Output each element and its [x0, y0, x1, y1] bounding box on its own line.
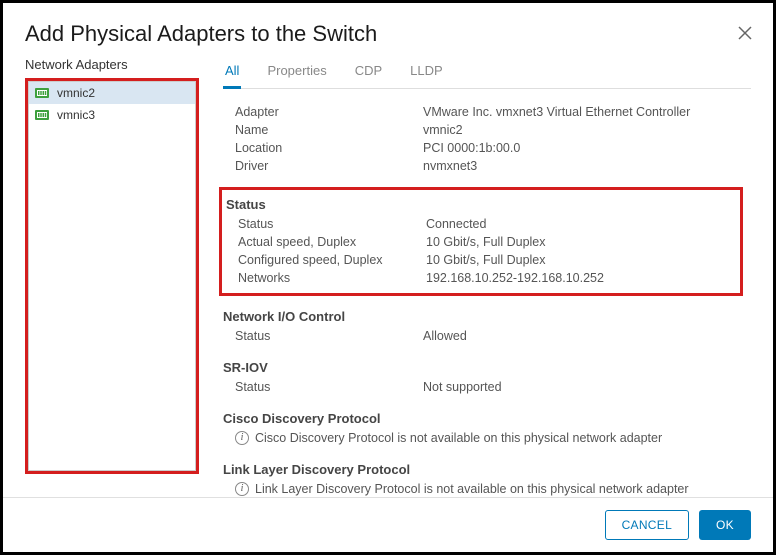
row-actual-speed: Actual speed, Duplex 10 Gbit/s, Full Dup…	[226, 233, 740, 251]
label-actual-speed: Actual speed, Duplex	[238, 235, 426, 249]
label-status: Status	[238, 217, 426, 231]
value-configured-speed: 10 Gbit/s, Full Duplex	[426, 253, 740, 267]
adapter-item-label: vmnic3	[57, 108, 95, 122]
label-nioc-status: Status	[235, 329, 423, 343]
nic-icon	[35, 109, 51, 121]
adapter-list-heading: Network Adapters	[25, 57, 199, 72]
close-icon[interactable]	[737, 25, 753, 44]
value-nioc-status: Allowed	[423, 329, 751, 343]
dialog-title: Add Physical Adapters to the Switch	[25, 21, 377, 47]
heading-sriov: SR-IOV	[223, 357, 751, 378]
row-configured-speed: Configured speed, Duplex 10 Gbit/s, Full…	[226, 251, 740, 269]
heading-lldp: Link Layer Discovery Protocol	[223, 459, 751, 480]
info-cdp-text: Cisco Discovery Protocol is not availabl…	[255, 431, 662, 445]
section-status-highlight: Status Status Connected Actual speed, Du…	[219, 187, 743, 296]
tab-all[interactable]: All	[223, 57, 241, 89]
section-cdp: Cisco Discovery Protocol i Cisco Discove…	[223, 408, 751, 447]
value-location: PCI 0000:1b:00.0	[423, 141, 751, 155]
section-nioc: Network I/O Control Status Allowed	[223, 306, 751, 345]
row-sriov-status: Status Not supported	[223, 378, 751, 396]
label-name: Name	[235, 123, 423, 137]
value-status: Connected	[426, 217, 740, 231]
heading-cdp: Cisco Discovery Protocol	[223, 408, 751, 429]
adapter-item-label: vmnic2	[57, 86, 95, 100]
tab-properties[interactable]: Properties	[265, 57, 328, 88]
left-panel: Network Adapters vmnic2 vmnic3	[25, 57, 199, 478]
info-icon: i	[235, 431, 249, 445]
ok-button[interactable]: OK	[699, 510, 751, 540]
row-driver: Driver nvmxnet3	[223, 157, 751, 175]
heading-nioc: Network I/O Control	[223, 306, 751, 327]
heading-status: Status	[226, 194, 740, 215]
row-name: Name vmnic2	[223, 121, 751, 139]
dialog-window: Add Physical Adapters to the Switch Netw…	[0, 0, 776, 555]
tab-lldp[interactable]: LLDP	[408, 57, 445, 88]
info-lldp: i Link Layer Discovery Protocol is not a…	[223, 480, 751, 498]
row-status: Status Connected	[226, 215, 740, 233]
row-location: Location PCI 0000:1b:00.0	[223, 139, 751, 157]
info-cdp: i Cisco Discovery Protocol is not availa…	[223, 429, 751, 447]
row-networks: Networks 192.168.10.252-192.168.10.252	[226, 269, 740, 287]
titlebar: Add Physical Adapters to the Switch	[3, 3, 773, 57]
row-nioc-status: Status Allowed	[223, 327, 751, 345]
adapter-list[interactable]: vmnic2 vmnic3	[28, 81, 196, 471]
row-adapter: Adapter VMware Inc. vmxnet3 Virtual Ethe…	[223, 103, 751, 121]
value-actual-speed: 10 Gbit/s, Full Duplex	[426, 235, 740, 249]
nic-icon	[35, 87, 51, 99]
label-sriov-status: Status	[235, 380, 423, 394]
label-adapter: Adapter	[235, 105, 423, 119]
value-networks: 192.168.10.252-192.168.10.252	[426, 271, 740, 285]
info-icon: i	[235, 482, 249, 496]
section-lldp: Link Layer Discovery Protocol i Link Lay…	[223, 459, 751, 498]
section-sriov: SR-IOV Status Not supported	[223, 357, 751, 396]
adapter-item-vmnic2[interactable]: vmnic2	[29, 82, 195, 104]
label-location: Location	[235, 141, 423, 155]
right-panel: All Properties CDP LLDP Adapter VMware I…	[199, 57, 751, 478]
dialog-content: Network Adapters vmnic2 vmnic3	[3, 57, 773, 478]
value-sriov-status: Not supported	[423, 380, 751, 394]
section-general: Adapter VMware Inc. vmxnet3 Virtual Ethe…	[223, 103, 751, 175]
info-lldp-text: Link Layer Discovery Protocol is not ava…	[255, 482, 689, 496]
adapter-list-highlight: vmnic2 vmnic3	[25, 78, 199, 474]
tabs: All Properties CDP LLDP	[223, 57, 751, 89]
adapter-item-vmnic3[interactable]: vmnic3	[29, 104, 195, 126]
tab-cdp[interactable]: CDP	[353, 57, 384, 88]
dialog-footer: CANCEL OK	[3, 497, 773, 552]
cancel-button[interactable]: CANCEL	[605, 510, 689, 540]
label-driver: Driver	[235, 159, 423, 173]
label-configured-speed: Configured speed, Duplex	[238, 253, 426, 267]
value-driver: nvmxnet3	[423, 159, 751, 173]
value-name: vmnic2	[423, 123, 751, 137]
label-networks: Networks	[238, 271, 426, 285]
value-adapter: VMware Inc. vmxnet3 Virtual Ethernet Con…	[423, 105, 751, 119]
